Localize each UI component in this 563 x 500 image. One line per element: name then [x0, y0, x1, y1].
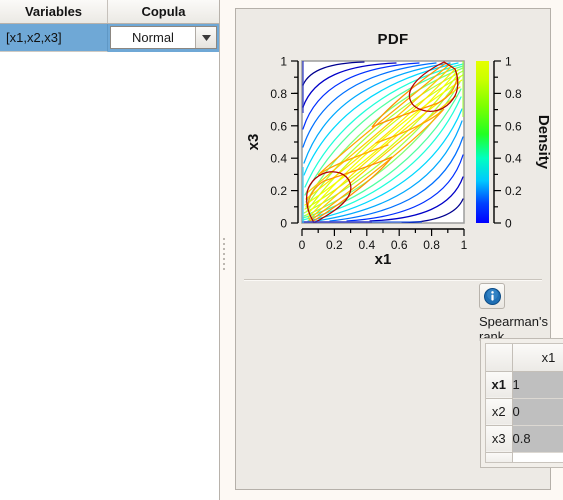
column-header-copula[interactable]: Copula	[108, 0, 219, 23]
application-window: Variables Copula [x1,x2,x3] Normal PDF 1…	[0, 0, 563, 500]
colorbar	[476, 61, 489, 223]
table-row: x3 0.8 0 1	[486, 425, 563, 453]
matrix-row-header-x2[interactable]: x2	[486, 398, 513, 426]
plot-title: PDF	[377, 31, 409, 48]
matrix-column-header-x1[interactable]: x1	[512, 344, 563, 372]
matrix-corner-cell	[486, 344, 513, 372]
copula-select[interactable]: Normal	[110, 26, 217, 49]
matrix-cell-x3-x1: 0.8	[512, 425, 563, 453]
x-tick-label: 0	[299, 238, 306, 252]
matrix-cell-x1-x1: 1	[512, 371, 563, 399]
matrix-empty-row	[486, 452, 563, 462]
spearman-matrix-container: x1 x2 x3 x1 1 0 0.8	[480, 338, 563, 468]
x-tick-label: 1	[461, 238, 468, 252]
x-tick-label: 0.2	[326, 238, 343, 252]
column-header-variables[interactable]: Variables	[0, 0, 108, 23]
panel-splitter[interactable]	[220, 0, 229, 500]
x-tick-label: 0.8	[423, 238, 440, 252]
copula-cell[interactable]: Normal	[108, 24, 219, 52]
chevron-down-icon[interactable]	[195, 27, 216, 48]
y-tick-label: 0.4	[270, 152, 287, 166]
variables-table-header: Variables Copula	[0, 0, 219, 24]
y-tick-label: 0.6	[270, 119, 287, 133]
matrix-header-row: x1 x2 x3	[486, 344, 563, 372]
spearman-matrix-scroll[interactable]: x1 x2 x3 x1 1 0 0.8	[485, 343, 563, 463]
colorbar-tick-label: 0.4	[505, 152, 522, 166]
y-axis-label: x3	[245, 134, 262, 151]
y-tick-label: 0	[280, 217, 287, 231]
colorbar-label: Density	[535, 115, 550, 170]
colorbar-tick-label: 0.2	[505, 184, 522, 198]
colorbar-tick-label: 0.8	[505, 87, 522, 101]
copula-select-value: Normal	[132, 30, 174, 45]
info-button[interactable]	[479, 283, 505, 309]
y-tick-label: 0.8	[270, 87, 287, 101]
matrix-row-header-x1[interactable]: x1	[486, 371, 513, 399]
colorbar-tick-label: 0	[505, 217, 512, 231]
colorbar-tick-label: 0.6	[505, 119, 522, 133]
variables-copula-panel: Variables Copula [x1,x2,x3] Normal	[0, 0, 220, 500]
x-axis-label: x1	[375, 251, 392, 265]
section-divider	[244, 279, 542, 281]
splitter-grip-icon	[223, 238, 226, 273]
table-row: x2 0 1 0	[486, 398, 563, 426]
table-row: x1 1 0 0.8	[486, 371, 563, 399]
copula-details-panel: PDF 1 0.8 0.6 0.4 0.2 0 x3 0 0.2 0.4 0.6…	[229, 0, 563, 500]
x-tick-label: 0.4	[358, 238, 375, 252]
matrix-row-header-x3[interactable]: x3	[486, 425, 513, 453]
table-row[interactable]: [x1,x2,x3] Normal	[0, 24, 219, 52]
colorbar-tick-label: 1	[505, 55, 512, 69]
pdf-plot-area: PDF 1 0.8 0.6 0.4 0.2 0 x3 0 0.2 0.4 0.6…	[236, 9, 550, 267]
variables-table-empty-area[interactable]	[0, 52, 219, 499]
x-tick-label: 0.6	[391, 238, 408, 252]
variables-cell[interactable]: [x1,x2,x3]	[0, 24, 108, 52]
matrix-cell-x2-x1: 0	[512, 398, 563, 426]
y-tick-label: 1	[280, 55, 287, 69]
spearman-matrix-table[interactable]: x1 x2 x3 x1 1 0 0.8	[486, 344, 563, 462]
info-icon	[483, 287, 501, 305]
pdf-contour-chart: 1 0.8 0.6 0.4 0.2 0 x3 0 0.2 0.4 0.6 0.8…	[245, 55, 550, 266]
y-tick-label: 0.2	[270, 184, 287, 198]
